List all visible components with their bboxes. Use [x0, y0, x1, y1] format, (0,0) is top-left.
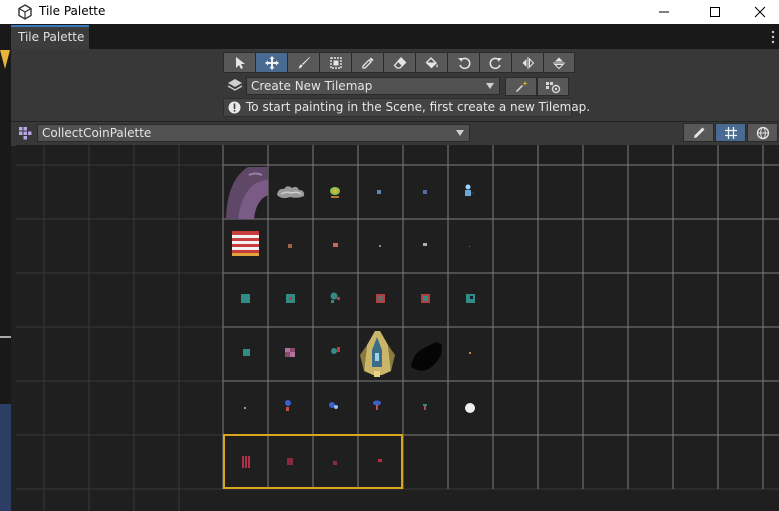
close-button[interactable] — [737, 0, 779, 24]
rotate-ccw-tool[interactable] — [447, 52, 479, 73]
tile-striped-crate — [232, 231, 259, 256]
rotate-cw-tool[interactable] — [479, 52, 511, 73]
flood-fill-tool[interactable] — [415, 52, 447, 73]
tile-green-gem — [330, 187, 340, 198]
tile-teal-block — [241, 294, 250, 303]
tile-blue-cluster — [329, 402, 338, 409]
grid-toggle-button[interactable] — [715, 123, 746, 142]
minimize-icon — [659, 11, 669, 13]
tab-tile-palette[interactable]: Tile Palette — [11, 25, 89, 49]
unity-logo-icon — [18, 4, 32, 20]
gizmos-button[interactable] — [747, 123, 778, 142]
erase-tool[interactable] — [383, 52, 415, 73]
tile-black-rock — [411, 342, 442, 371]
window-title-bar: Tile Palette — [0, 0, 779, 24]
gizmo-globe-icon — [756, 126, 769, 139]
focus-tilemap-button[interactable] — [505, 77, 537, 96]
flip-y-tool[interactable] — [543, 52, 575, 73]
close-icon — [754, 6, 766, 18]
tile-white-ball — [465, 403, 475, 413]
flip-x-tool[interactable] — [511, 52, 543, 73]
create-tilemap-notice: To start painting in the Scene, first cr… — [223, 98, 590, 117]
eyedropper-icon — [361, 57, 373, 69]
paint-bucket-icon — [425, 56, 438, 68]
tile-teal-red-block — [286, 294, 295, 303]
flip-vertical-icon — [553, 57, 565, 69]
minimize-button[interactable] — [641, 0, 687, 24]
tile-red-teal-block — [421, 294, 430, 303]
layers-icon — [227, 79, 243, 91]
rotate-right-icon — [489, 57, 502, 69]
tile-blue-creature — [465, 184, 474, 196]
box-fill-icon — [329, 56, 342, 69]
box-fill-tool[interactable] — [319, 52, 351, 73]
move-tool[interactable] — [255, 52, 287, 73]
chevron-down-icon — [486, 83, 494, 89]
notice-text: To start painting in the Scene, first cr… — [246, 100, 591, 114]
paint-tool[interactable] — [287, 52, 319, 73]
brush-icon — [298, 56, 310, 68]
palette-dropdown[interactable]: CollectCoinPalette — [37, 124, 470, 142]
tile-small-red — [288, 244, 292, 248]
brush-sparkle-icon — [516, 80, 528, 92]
tile-dot-3 — [244, 407, 246, 409]
tilemap-settings-button[interactable] — [537, 77, 569, 96]
maximize-button[interactable] — [692, 0, 738, 24]
tool-strip — [223, 52, 575, 73]
grid-icon — [724, 126, 737, 139]
tile-red-block — [376, 294, 385, 303]
tile-selection-marquee — [223, 434, 403, 489]
tile-blue-flower — [285, 400, 291, 411]
eraser-icon — [393, 56, 406, 69]
tile-blue-mushroom — [373, 400, 381, 410]
tile-tentacle — [226, 167, 268, 219]
tile-tiny-yellow — [469, 352, 471, 354]
tile-small-grey — [423, 243, 427, 246]
tile-small-blue — [377, 190, 381, 194]
palette-icon — [19, 127, 32, 140]
tab-strip: Tile Palette — [0, 24, 779, 49]
tile-dot-2 — [469, 246, 470, 247]
tile-teal-dark-block — [466, 294, 475, 303]
tile-small-sprout — [423, 404, 427, 410]
move-arrows-icon — [264, 55, 279, 70]
window-title: Tile Palette — [39, 4, 106, 18]
tile-teal-dot — [330, 292, 340, 303]
tile-small-blue-2 — [423, 190, 427, 194]
rotate-left-icon — [457, 57, 470, 69]
picker-tool[interactable] — [351, 52, 383, 73]
tile-small-pink — [333, 243, 338, 247]
background-editor-fragment — [0, 50, 11, 511]
active-tilemap-value: Create New Tilemap — [251, 79, 373, 93]
chevron-down-icon — [456, 130, 464, 136]
edit-palette-button[interactable] — [683, 123, 714, 142]
select-tool[interactable] — [223, 52, 255, 73]
palette-name: CollectCoinPalette — [42, 126, 152, 140]
tile-dot — [379, 245, 381, 247]
pencil-icon — [693, 127, 704, 138]
background-editor-strip — [0, 49, 11, 511]
tile-small-teal — [243, 349, 250, 356]
tile-spaceship — [360, 331, 395, 377]
more-options-icon[interactable] — [769, 30, 777, 44]
active-tilemap-dropdown[interactable]: Create New Tilemap — [246, 77, 500, 95]
tile-small-teal-red — [331, 347, 340, 354]
info-icon — [228, 101, 241, 114]
tile-grid-settings-icon — [546, 81, 561, 93]
arrow-cursor-icon — [235, 56, 245, 69]
tile-rock-cloud — [277, 186, 305, 199]
maximize-icon — [710, 7, 720, 17]
flip-horizontal-icon — [522, 56, 534, 69]
tile-checker — [285, 348, 295, 357]
